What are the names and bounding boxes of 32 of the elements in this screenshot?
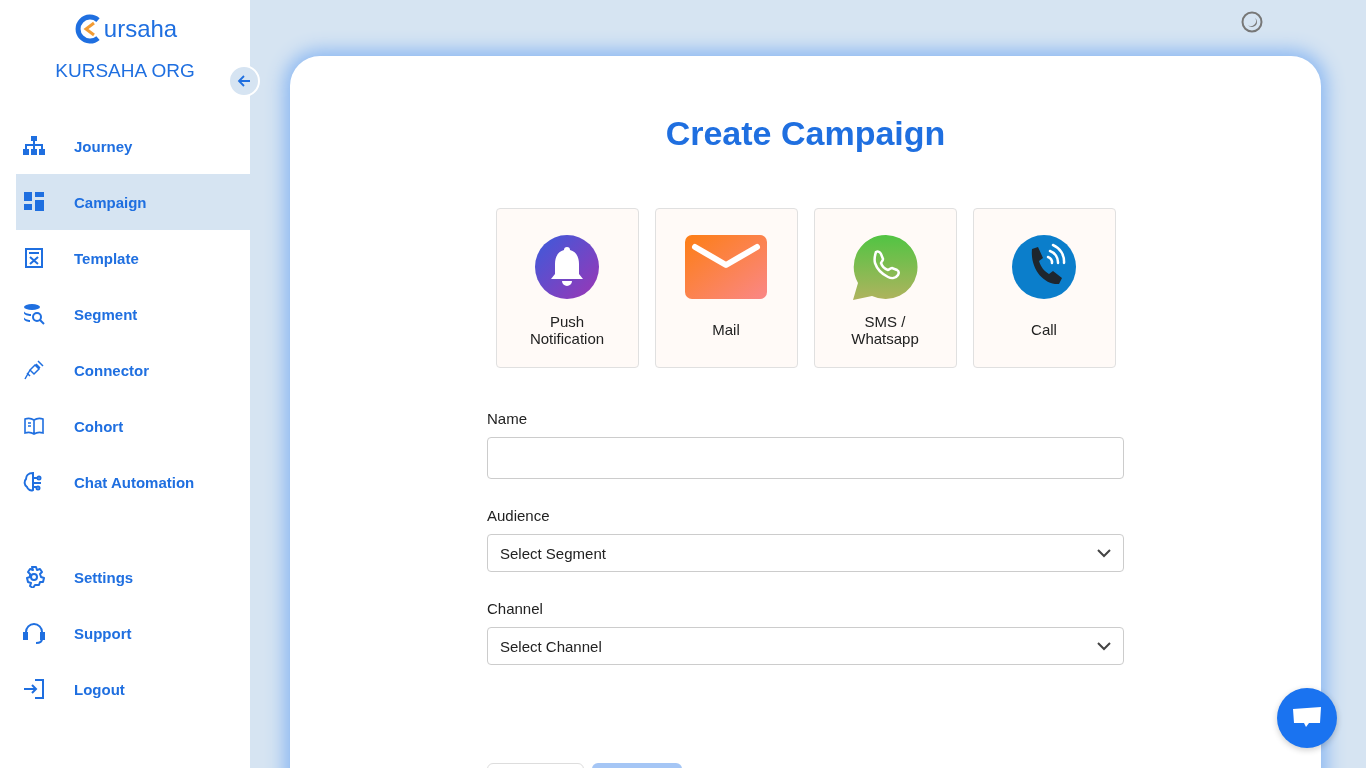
logo-text: ursaha <box>103 15 178 43</box>
nav-label: Segment <box>74 305 138 323</box>
nav-item[interactable]: Chat Automation <box>16 454 250 510</box>
nav-item[interactable]: Segment <box>16 286 250 342</box>
nav-label: Cohort <box>74 417 124 435</box>
field-label: Audience <box>487 507 550 524</box>
field-label: Channel <box>487 600 543 617</box>
field-label: Name <box>487 410 527 427</box>
channel-option[interactable]: Mail <box>654 208 798 368</box>
organization-name: KURSAHA ORG <box>55 60 195 82</box>
nav-item[interactable]: Campaign <box>16 174 250 230</box>
nav-label: Support <box>74 624 132 642</box>
nav-label: Logout <box>74 680 125 698</box>
nav-label: Journey <box>74 137 133 155</box>
channel-option[interactable]: Call <box>972 208 1116 368</box>
channel-option[interactable]: SMS / Whatsapp <box>813 208 957 368</box>
nav-label: Connector <box>74 361 149 379</box>
channel-option[interactable]: Push Notification <box>495 208 639 368</box>
page-title: Create Campaign <box>665 114 946 153</box>
nav-item[interactable]: Support <box>16 605 250 661</box>
nav-item[interactable]: Settings <box>16 549 250 605</box>
nav-item[interactable]: Logout <box>16 661 250 717</box>
nav-item[interactable]: Journey <box>16 118 250 174</box>
nav-label: Campaign <box>74 193 147 211</box>
dropdown-field[interactable]: Select Channel <box>487 627 1124 665</box>
nav-item[interactable]: Template <box>16 230 250 286</box>
nav-label: Settings <box>74 568 134 586</box>
nav-label: Template <box>74 249 139 267</box>
dropdown-field[interactable]: Select Segment <box>487 534 1124 572</box>
nav-label: Chat Automation <box>74 473 195 491</box>
nav-item[interactable]: Connector <box>16 342 250 398</box>
nav-item[interactable]: Cohort <box>16 398 250 454</box>
